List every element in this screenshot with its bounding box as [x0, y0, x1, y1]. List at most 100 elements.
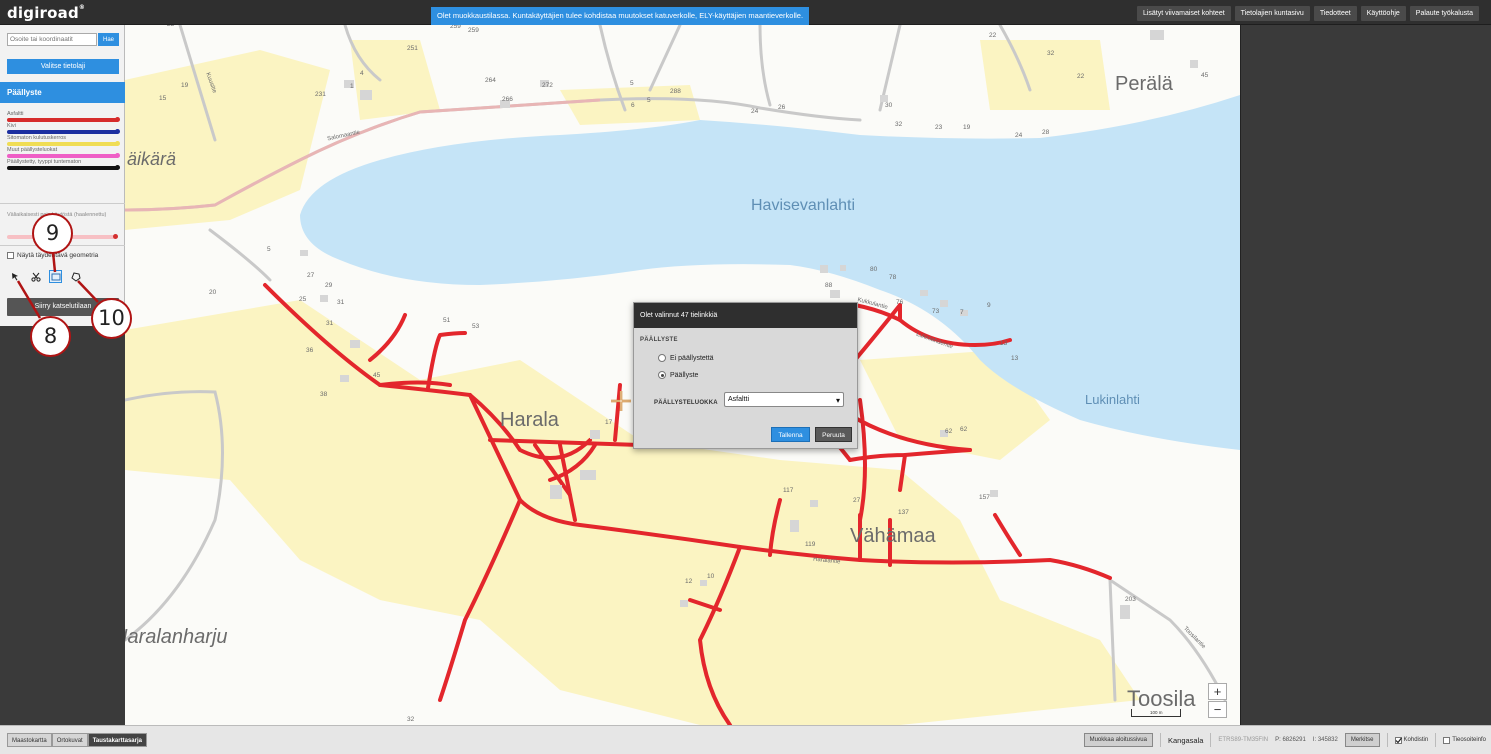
house-number: 88 [825, 282, 833, 289]
zoom-out-button[interactable]: − [1208, 701, 1227, 718]
crosshair-toggle[interactable]: Kohdistin [1394, 736, 1428, 744]
mark-button[interactable]: Merkitse [1344, 733, 1380, 747]
house-number: 26 [778, 104, 786, 111]
edit-start-page-button[interactable]: Muokkaa aloitussivua [1083, 733, 1153, 747]
house-number: 137 [898, 509, 909, 516]
zoom-in-button[interactable]: + [1208, 683, 1227, 700]
house-number: 6 [631, 102, 635, 109]
divider [1435, 733, 1437, 747]
scale-label: 100 m [1150, 710, 1163, 715]
link-user-guide[interactable]: Käyttöohje [1360, 6, 1406, 21]
house-number: 62 [960, 426, 968, 433]
house-number: 9 [987, 302, 991, 309]
house-number: 31 [337, 299, 345, 306]
edit-mode-notice: Olet muokkaustilassa. Kuntakäyttäjien tu… [431, 7, 810, 25]
road-address-info-label: Tieosoiteinfo [1452, 737, 1486, 743]
house-number: 32 [895, 121, 903, 128]
legend-label: Päällystetty, tyyppi tuntematon [7, 159, 82, 165]
house-number: 264 [485, 77, 496, 84]
cursor-crosshair-icon [611, 391, 631, 411]
paving-class-label: PÄÄLLYSTELUOKKA [654, 400, 718, 406]
coordinate-i: I: 345832 [1312, 737, 1338, 743]
polygon-select-tool-icon[interactable] [69, 270, 82, 283]
option-label: Päällyste [670, 371, 699, 379]
show-geometry-checkbox[interactable] [7, 252, 14, 259]
house-number: 27 [853, 497, 861, 504]
option-label: Ei päällystettä [670, 354, 714, 362]
link-municipality-page[interactable]: Tietolajien kuntasivu [1234, 6, 1310, 21]
house-number: 36 [306, 347, 314, 354]
tab-terrain-map[interactable]: Maastokartta [7, 733, 52, 747]
legend-line [7, 141, 120, 146]
radio-paving[interactable] [658, 371, 666, 379]
select-layer-button[interactable]: Valitse tietolaji [7, 59, 119, 74]
cancel-button[interactable]: Peruuta [815, 427, 852, 442]
search-button[interactable]: Hae [98, 33, 119, 46]
house-number: 28 [1042, 129, 1050, 136]
bottom-bar: Maastokartta Ortokuvat Taustakarttasarja… [0, 725, 1491, 754]
tab-orthophotos[interactable]: Ortokuvat [51, 733, 88, 747]
radio-no-paving[interactable] [658, 354, 666, 362]
house-number: 157 [979, 494, 990, 501]
right-panel [1240, 25, 1491, 725]
select-tool-icon[interactable] [9, 270, 22, 283]
house-number: 5 [630, 80, 634, 87]
house-number: 45 [1201, 72, 1209, 79]
house-number: 24 [751, 108, 759, 115]
top-links: Lisätyt viivamaiset kohteet Tietolajien … [1136, 6, 1479, 21]
house-number: 53 [472, 323, 480, 330]
house-number: 288 [670, 88, 681, 95]
house-number: 1 [350, 83, 354, 90]
house-number: 29 [325, 282, 333, 289]
link-announcements[interactable]: Tiedotteet [1313, 6, 1357, 21]
save-button[interactable]: Tallenna [771, 427, 810, 442]
house-number: 13 [1000, 340, 1008, 347]
option-paving[interactable]: Päällyste [658, 371, 698, 379]
house-number: 51 [443, 317, 451, 324]
rectangle-select-tool-icon[interactable] [49, 270, 62, 283]
digiroad-logo[interactable]: digiroad® [7, 4, 85, 22]
house-number: 10 [707, 573, 715, 580]
legend-label: Asfaltti [7, 111, 24, 117]
house-number: 45 [373, 372, 381, 379]
place-haralanharju: Haralanharju [125, 626, 228, 648]
place-havisevanlahti: Havisevanlahti [751, 197, 856, 214]
road-address-info-checkbox[interactable] [1443, 736, 1451, 744]
legend-item-unbound: Sitomaton kulutuskerros [7, 135, 120, 147]
house-number: 266 [502, 96, 513, 103]
sidebar: Hae Valitse tietolaji Päällyste Asfaltti… [0, 25, 125, 326]
option-no-paving[interactable]: Ei päällystettä [658, 354, 714, 362]
house-number: 259 [450, 25, 461, 30]
house-number: 32 [1047, 50, 1055, 57]
place-aikara: äikärä [127, 149, 177, 169]
bottom-right-controls: Muokkaa aloitussivua Kangasala ETRS89-TM… [1083, 733, 1486, 747]
place-perala: Perälä [1115, 73, 1173, 95]
paving-edit-dialog: Olet valinnut 47 tielinkkiä PÄÄLLYSTE Ei… [633, 302, 858, 449]
road-address-info-toggle[interactable]: Tieosoiteinfo [1443, 736, 1486, 744]
house-number: 73 [932, 308, 940, 315]
paving-class-select[interactable]: Asfaltti ▾ [724, 392, 844, 407]
link-added-linear-assets[interactable]: Lisätyt viivamaiset kohteet [1136, 6, 1231, 21]
callout-8: 8 [30, 316, 71, 357]
crosshair-checkbox[interactable] [1394, 736, 1402, 744]
house-number: 22 [1077, 73, 1085, 80]
legend-item-stone: Kivi [7, 123, 120, 135]
tab-background-map[interactable]: Taustakarttasarja [87, 733, 147, 747]
link-feedback[interactable]: Palaute työkalusta [1409, 6, 1479, 21]
edit-tools [9, 270, 82, 283]
callout-9: 9 [32, 213, 73, 254]
legend-line [7, 129, 120, 134]
coordinate-p: P: 6826291 [1275, 737, 1306, 743]
house-number: 32 [407, 716, 415, 723]
place-vahamaa: Vähämaa [850, 525, 936, 547]
legend-label: Sitomaton kulutuskerros [7, 135, 66, 141]
legend-item-asphalt: Asfaltti [7, 111, 120, 123]
paving-class-value: Asfaltti [728, 396, 750, 403]
checkmark-icon [1395, 737, 1402, 743]
place-lukinlahti: Lukinlahti [1085, 392, 1140, 407]
search-input[interactable] [7, 33, 97, 46]
house-number: 272 [542, 82, 553, 89]
legend-item-other: Muut päällysteluokat [7, 147, 120, 159]
cut-tool-icon[interactable] [29, 270, 42, 283]
legend-line [7, 117, 120, 122]
